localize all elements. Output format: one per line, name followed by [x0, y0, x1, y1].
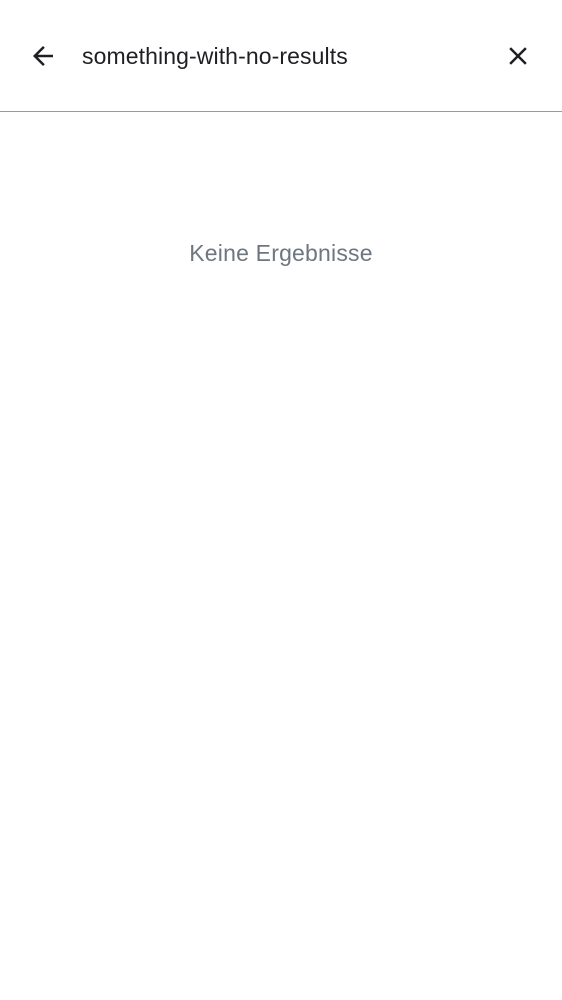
search-screen: Keine Ergebnisse: [0, 0, 562, 1000]
back-button[interactable]: [14, 27, 72, 85]
search-input[interactable]: [82, 30, 482, 82]
close-icon: [509, 47, 527, 65]
search-bar: [0, 0, 562, 112]
clear-search-button[interactable]: [489, 27, 547, 85]
no-results-message: Keine Ergebnisse: [189, 240, 373, 266]
arrow-back-icon: [33, 46, 53, 66]
